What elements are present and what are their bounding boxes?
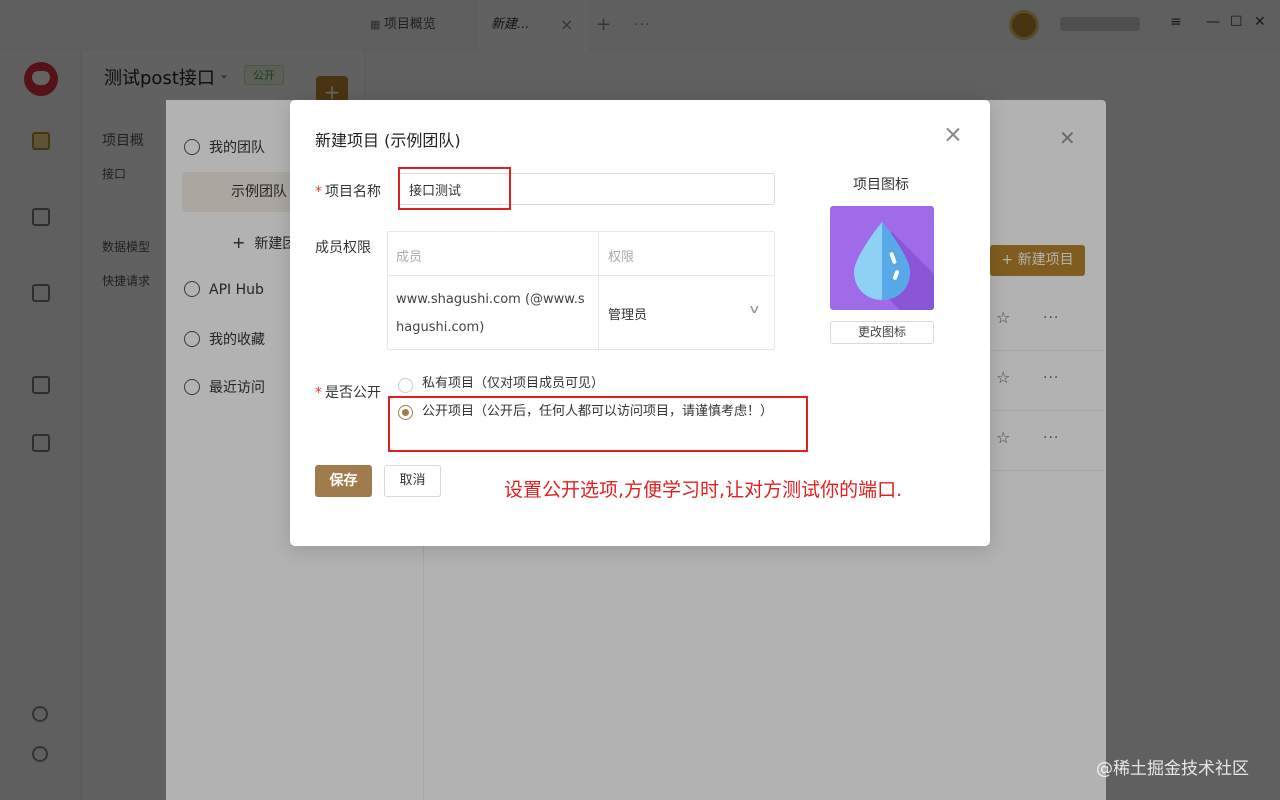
- dialog-title: 新建项目 (示例团队): [315, 131, 461, 150]
- member-table-header: 成员 权限: [388, 232, 774, 276]
- private-radio[interactable]: [398, 378, 413, 393]
- close-icon[interactable]: [942, 124, 964, 146]
- chevron-down-icon[interactable]: ∨: [748, 302, 761, 316]
- cancel-button[interactable]: 取消: [384, 465, 441, 497]
- column-divider: [598, 232, 599, 349]
- members-label: 成员权限: [315, 240, 371, 256]
- role-column-header: 权限: [608, 250, 635, 265]
- member-column-header: 成员: [396, 250, 423, 265]
- annotation-text: 设置公开选项,方便学习时,让对方测试你的端口.: [504, 479, 903, 501]
- public-label: * 是否公开: [315, 385, 381, 401]
- annotation-box-public: [388, 396, 808, 452]
- change-icon-button[interactable]: 更改图标: [830, 321, 934, 344]
- private-option-label[interactable]: 私有项目（仅对项目成员可见）: [422, 374, 604, 394]
- save-button[interactable]: 保存: [315, 465, 372, 497]
- project-icon: [830, 206, 934, 310]
- annotation-box-name: [398, 167, 511, 210]
- project-name-label: * 项目名称: [315, 184, 381, 200]
- role-select[interactable]: 管理员: [608, 304, 647, 323]
- member-cell: www.shagushi.com (@www.shagushi.com): [396, 292, 585, 335]
- project-icon-label: 项目图标: [853, 177, 909, 193]
- member-table: 成员 权限 www.shagushi.com (@www.shagushi.co…: [387, 231, 775, 350]
- water-drop-icon: [854, 222, 934, 310]
- watermark: @稀土掘金技术社区: [1096, 759, 1249, 779]
